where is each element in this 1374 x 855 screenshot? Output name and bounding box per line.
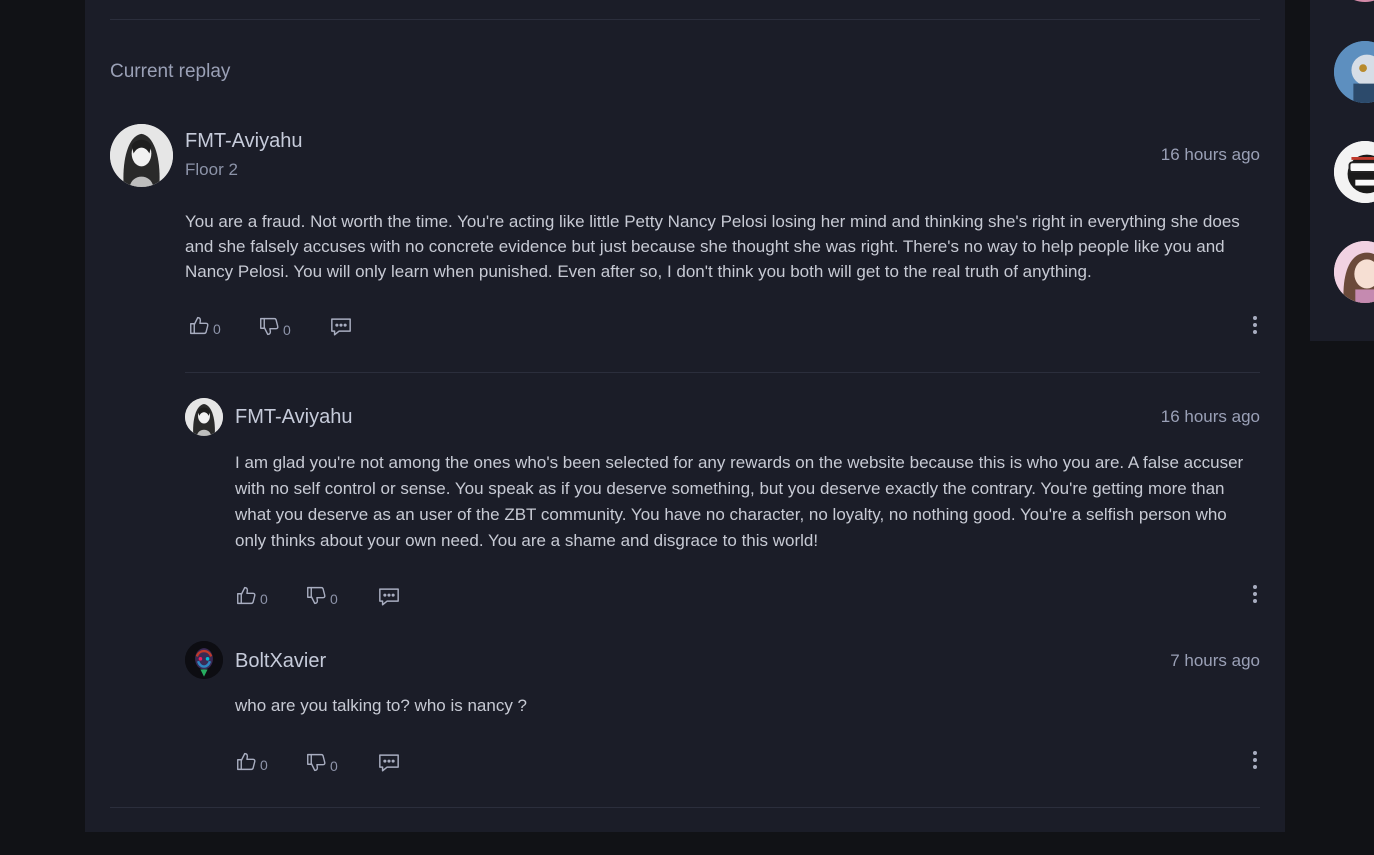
comment-icon xyxy=(330,317,352,336)
section-title: Current replay xyxy=(110,61,231,82)
reply-button[interactable] xyxy=(378,587,400,606)
comment-icon xyxy=(378,587,400,606)
thumbs-down-icon xyxy=(306,752,327,773)
more-vertical-icon[interactable] xyxy=(1252,316,1258,337)
dislike-button[interactable]: 0 xyxy=(306,752,338,773)
dislike-count: 0 xyxy=(330,758,338,774)
thumbs-up-icon xyxy=(189,315,210,336)
avatar[interactable] xyxy=(110,124,173,187)
more-vertical-icon[interactable] xyxy=(1252,751,1258,772)
like-button[interactable]: 0 xyxy=(236,751,268,772)
like-button[interactable]: 0 xyxy=(236,585,268,606)
like-count: 0 xyxy=(260,757,268,773)
avatar[interactable] xyxy=(185,398,223,436)
dislike-button[interactable]: 0 xyxy=(259,316,291,337)
reply-author[interactable]: FMT-Aviyahu xyxy=(235,406,352,429)
thumbs-down-icon xyxy=(259,316,280,337)
top-divider xyxy=(110,19,1260,20)
comment-author[interactable]: FMT-Aviyahu xyxy=(185,130,302,153)
like-count: 0 xyxy=(213,321,221,337)
thumbs-down-icon xyxy=(306,585,327,606)
reply-button[interactable] xyxy=(378,753,400,772)
comment-text: You are a fraud. Not worth the time. You… xyxy=(185,212,1240,281)
reply-author[interactable]: BoltXavier xyxy=(235,650,326,673)
bottom-divider xyxy=(110,807,1260,808)
like-count: 0 xyxy=(260,591,268,607)
reply-time: 7 hours ago xyxy=(1170,651,1260,670)
floor-label: Floor 2 xyxy=(185,160,238,179)
reply-time: 16 hours ago xyxy=(1160,407,1260,426)
reply-divider xyxy=(185,372,1260,373)
comment-time: 16 hours ago xyxy=(1160,145,1260,164)
comment-icon xyxy=(378,753,400,772)
dislike-count: 0 xyxy=(283,322,291,338)
reply-text: I am glad you're not among the ones who'… xyxy=(235,453,1244,550)
more-vertical-icon[interactable] xyxy=(1252,585,1258,606)
dislike-count: 0 xyxy=(330,591,338,607)
thumbs-up-icon xyxy=(236,751,257,772)
reply-button[interactable] xyxy=(330,317,352,336)
dislike-button[interactable]: 0 xyxy=(306,585,338,606)
thumbs-up-icon xyxy=(236,585,257,606)
reply-text: who are you talking to? who is nancy ? xyxy=(235,696,528,715)
like-button[interactable]: 0 xyxy=(189,315,221,336)
avatar[interactable] xyxy=(185,641,223,679)
